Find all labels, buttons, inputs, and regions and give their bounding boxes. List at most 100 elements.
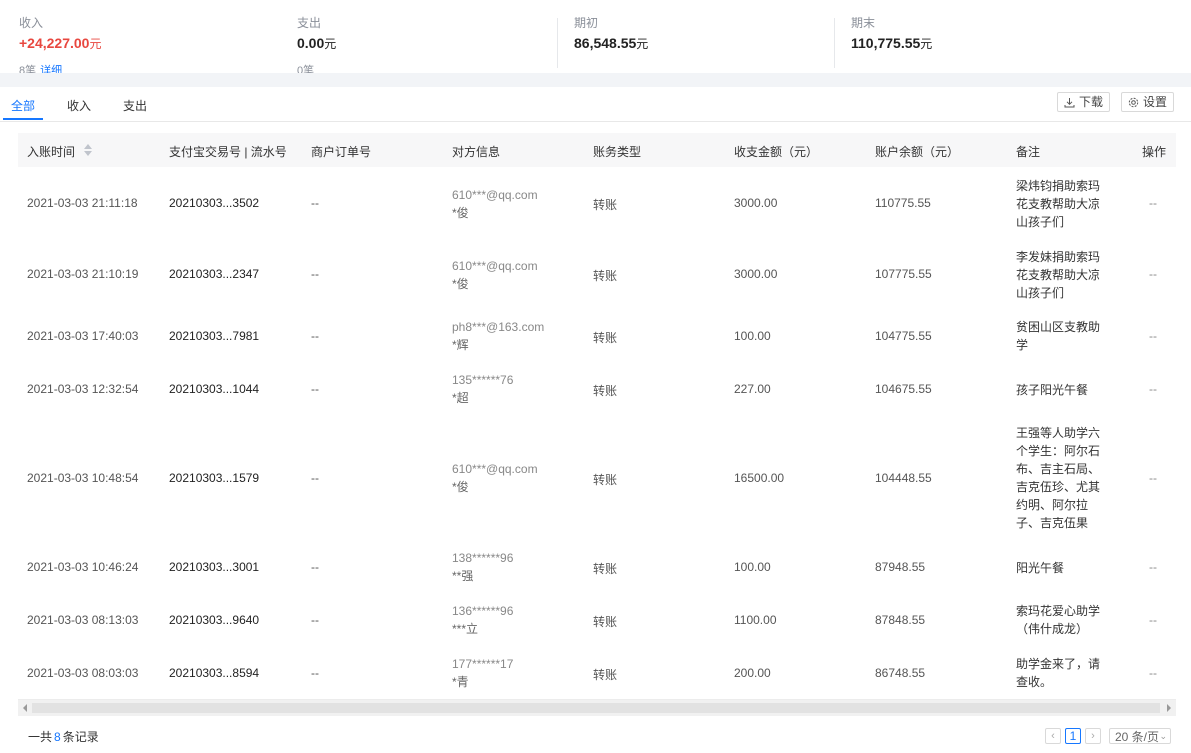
page-size-select[interactable]: 20 条/页 ⌄ — [1109, 728, 1171, 744]
counterparty-account: 138******96 — [452, 551, 514, 565]
chevron-left-icon: ‹ — [1051, 730, 1055, 742]
cell-note: 阳光午餐 — [1016, 561, 1065, 575]
col-type: 账务类型 — [593, 145, 642, 159]
counterparty-account: 610***@qq.com — [452, 462, 538, 476]
counterparty-account: 135******76 — [452, 373, 514, 387]
cell-order: -- — [311, 267, 319, 281]
page-1-button[interactable]: 1 — [1065, 728, 1081, 744]
cell-serial[interactable]: 20210303...1579 — [169, 471, 259, 485]
cell-balance: 110775.55 — [875, 196, 931, 210]
closing-label: 期末 — [851, 16, 876, 30]
cell-balance: 87848.55 — [875, 613, 926, 627]
cell-order: -- — [311, 196, 319, 210]
table-row: 2021-03-03 10:46:24 20210303...3001 -- 1… — [18, 540, 1176, 594]
col-balance: 账户余额（元） — [875, 145, 960, 159]
cell-order: -- — [311, 471, 319, 485]
summary-opening: 期初 86,548.55元 — [574, 0, 814, 73]
income-value: +24,227.00元 — [19, 35, 102, 51]
summary-panel: 收入 +24,227.00元 8笔 详细 支出 0.00元 0笔 期初 86,54… — [0, 0, 1191, 73]
cell-serial[interactable]: 20210303...1044 — [169, 382, 259, 396]
sort-icon[interactable] — [84, 144, 92, 156]
table-row: 2021-03-03 21:10:19 20210303...2347 -- 6… — [18, 238, 1176, 310]
chevron-down-icon: ⌄ — [1159, 731, 1167, 741]
cell-amount: 227.00 — [734, 382, 771, 396]
cell-ops: -- — [1149, 666, 1157, 680]
cell-time: 2021-03-03 21:11:18 — [27, 196, 138, 210]
scrollbar-thumb[interactable] — [32, 703, 1160, 713]
prev-page-button[interactable]: ‹ — [1045, 728, 1061, 744]
summary-income: 收入 +24,227.00元 8笔 详细 — [19, 0, 259, 73]
scroll-left-icon[interactable] — [23, 704, 27, 712]
cell-time: 2021-03-03 10:48:54 — [27, 471, 139, 485]
col-order: 商户订单号 — [311, 145, 372, 159]
counterparty-name: *辉 — [452, 338, 469, 352]
cell-serial[interactable]: 20210303...3502 — [169, 196, 259, 210]
cell-time: 2021-03-03 21:10:19 — [27, 267, 139, 281]
transactions-table: 入账时间 支付宝交易号 | 流水号 商户订单号 对方信息 账务类型 收支金额（元… — [18, 133, 1176, 700]
cell-time: 2021-03-03 10:46:24 — [27, 560, 139, 574]
cell-order: -- — [311, 560, 319, 574]
counterparty-name: **强 — [452, 569, 474, 583]
expense-sub: 0笔 — [297, 65, 315, 73]
download-button[interactable]: 下载 — [1057, 92, 1111, 112]
cell-serial[interactable]: 20210303...2347 — [169, 267, 259, 281]
counterparty-name: *超 — [452, 391, 469, 405]
cell-amount: 3000.00 — [734, 267, 778, 281]
income-sub: 8笔 详细 — [19, 62, 62, 73]
table-row: 2021-03-03 12:32:54 20210303...1044 -- 1… — [18, 362, 1176, 416]
cell-serial[interactable]: 20210303...7981 — [169, 329, 259, 343]
horizontal-scrollbar[interactable] — [18, 700, 1176, 716]
download-label: 下载 — [1079, 95, 1104, 109]
cell-counterparty: 610***@qq.com *俊 — [452, 186, 538, 222]
cell-serial[interactable]: 20210303...9640 — [169, 613, 259, 627]
expense-label: 支出 — [297, 16, 322, 30]
settings-label: 设置 — [1143, 95, 1168, 109]
counterparty-account: 136******96 — [452, 604, 514, 618]
summary-closing: 期末 110,775.55元 — [851, 0, 1091, 73]
gear-icon — [1128, 97, 1139, 107]
cell-counterparty: 610***@qq.com *俊 — [452, 257, 538, 293]
cell-ops: -- — [1149, 267, 1157, 281]
col-time[interactable]: 入账时间 — [27, 143, 75, 160]
cell-type: 转账 — [593, 562, 618, 576]
table-row: 2021-03-03 08:13:03 20210303...9640 -- 1… — [18, 593, 1176, 647]
tab-income[interactable]: 收入 — [67, 97, 91, 114]
record-count: 一共 8 条记录 — [28, 730, 99, 744]
cell-order: -- — [311, 666, 319, 680]
cell-balance: 107775.55 — [875, 267, 932, 281]
cell-serial[interactable]: 20210303...3001 — [169, 560, 259, 574]
income-detail-link[interactable]: 详细 — [40, 65, 62, 73]
table-row: 2021-03-03 08:03:03 20210303...8594 -- 1… — [18, 646, 1176, 700]
cell-amount: 100.00 — [734, 329, 771, 343]
tab-bar: 全部 收入 支出 — [0, 87, 1191, 122]
next-page-button[interactable]: › — [1085, 728, 1101, 744]
record-count-number: 8 — [54, 730, 61, 744]
cell-ops: -- — [1149, 560, 1157, 574]
cell-counterparty: 136******96 ***立 — [452, 602, 513, 638]
cell-note: 索玛花爱心助学（伟什成龙） — [1016, 604, 1101, 636]
closing-value: 110,775.55元 — [851, 35, 933, 51]
tab-expense[interactable]: 支出 — [123, 97, 147, 114]
settings-button[interactable]: 设置 — [1121, 92, 1175, 112]
cell-type: 转账 — [593, 473, 618, 487]
cell-balance: 104775.55 — [875, 329, 932, 343]
cell-order: -- — [311, 329, 319, 343]
tab-all[interactable]: 全部 — [11, 97, 35, 114]
cell-ops: -- — [1149, 613, 1157, 627]
chevron-right-icon: › — [1091, 730, 1095, 742]
cell-amount: 3000.00 — [734, 196, 778, 210]
cell-counterparty: 138******96 **强 — [452, 549, 513, 585]
counterparty-account: 177******17 — [452, 657, 514, 671]
cell-ops: -- — [1149, 382, 1157, 396]
cell-amount: 16500.00 — [734, 471, 785, 485]
opening-value: 86,548.55元 — [574, 35, 649, 51]
col-counterparty: 对方信息 — [452, 145, 501, 159]
cell-type: 转账 — [593, 668, 618, 682]
table-row: 2021-03-03 10:48:54 20210303...1579 -- 6… — [18, 415, 1176, 541]
cell-balance: 87948.55 — [875, 560, 926, 574]
scroll-right-icon[interactable] — [1167, 704, 1171, 712]
cell-time: 2021-03-03 08:03:03 — [27, 666, 139, 680]
cell-serial[interactable]: 20210303...8594 — [169, 666, 259, 680]
cell-type: 转账 — [593, 384, 618, 398]
expense-value: 0.00元 — [297, 35, 337, 51]
